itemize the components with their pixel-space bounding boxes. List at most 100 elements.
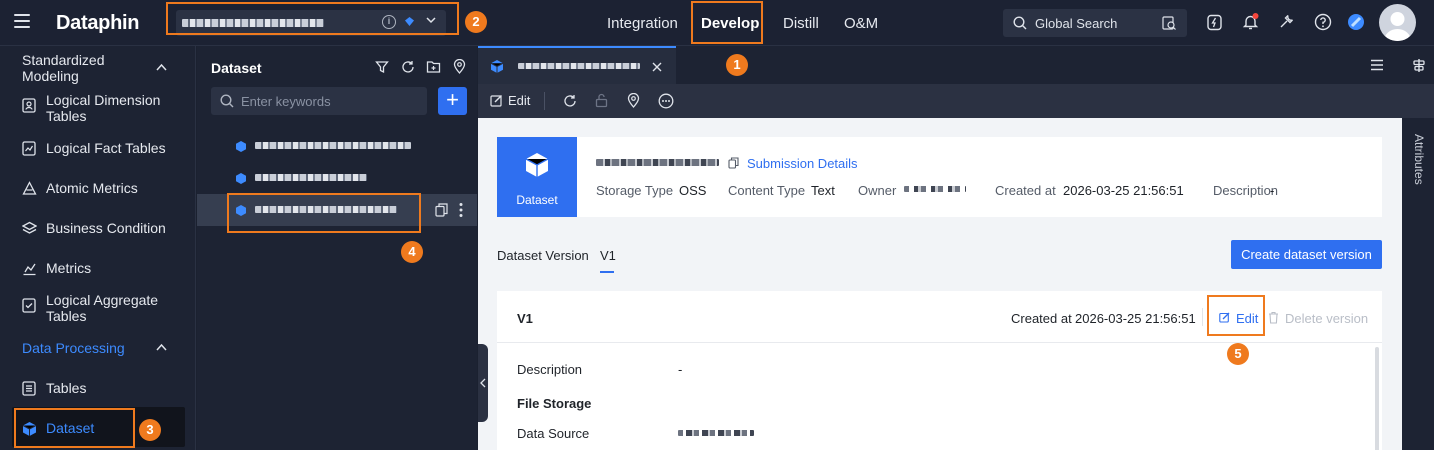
active-tab-indicator bbox=[600, 271, 614, 273]
collapse-panel-handle[interactable] bbox=[478, 344, 488, 422]
layers-icon bbox=[22, 221, 37, 234]
left-sidebar: Standardized Modeling Logical Dimension … bbox=[0, 46, 196, 450]
annotation-highlight-project bbox=[166, 2, 459, 35]
global-search[interactable]: Global Search bbox=[1003, 9, 1187, 37]
nav-integration[interactable]: Integration bbox=[607, 15, 678, 32]
copy-icon[interactable] bbox=[435, 203, 448, 217]
content-type-value: Text bbox=[811, 183, 835, 198]
dataset-name-redacted bbox=[255, 174, 367, 181]
search-history-icon[interactable] bbox=[1161, 15, 1177, 31]
storage-type-label: Storage Type bbox=[596, 183, 674, 198]
chevron-up-icon[interactable] bbox=[156, 343, 167, 351]
version-created-at-value: 2026-03-25 21:56:51 bbox=[1075, 311, 1196, 326]
metrics-icon bbox=[23, 263, 36, 276]
cube-icon bbox=[236, 141, 246, 152]
annotation-badge-1: 1 bbox=[726, 54, 748, 76]
annotation-highlight-dataset-item bbox=[227, 193, 421, 233]
content-type-label: Content Type bbox=[728, 183, 806, 198]
create-dataset-version-button[interactable]: Create dataset version bbox=[1231, 240, 1382, 269]
atomic-metric-icon bbox=[22, 181, 37, 195]
sidebar-item-label: Logical Aggregate Tables bbox=[46, 292, 159, 324]
toolbar-edit-button[interactable]: Edit bbox=[490, 93, 530, 108]
dataset-name-redacted bbox=[255, 142, 411, 149]
refresh-icon[interactable] bbox=[563, 94, 577, 108]
dataset-tree-item[interactable] bbox=[197, 162, 477, 194]
scrollbar[interactable] bbox=[1375, 347, 1379, 450]
dataset-tree-item[interactable] bbox=[197, 130, 477, 162]
dataset-panel: Dataset + bbox=[197, 46, 477, 450]
owner-label: Owner bbox=[858, 183, 897, 198]
lock-icon bbox=[595, 93, 608, 108]
editor-toolbar: Edit bbox=[478, 84, 1434, 118]
avatar[interactable] bbox=[1379, 4, 1416, 41]
annotation-badge-4: 4 bbox=[401, 241, 423, 263]
chevron-left-icon bbox=[480, 378, 486, 388]
created-at-label: Created at bbox=[995, 183, 1056, 198]
aggregate-table-icon bbox=[22, 298, 36, 313]
help-icon[interactable] bbox=[1314, 13, 1332, 31]
sidebar-item-logical-dimension-tables[interactable]: Logical Dimension Tables bbox=[22, 92, 194, 126]
refresh-icon[interactable] bbox=[401, 60, 415, 74]
lightning-icon[interactable] bbox=[1206, 14, 1223, 31]
sidebar-item-logical-aggregate-tables[interactable]: Logical Aggregate Tables bbox=[22, 292, 194, 326]
storage-type-value: OSS bbox=[679, 183, 707, 198]
locate-icon[interactable] bbox=[453, 59, 466, 74]
more-vertical-icon[interactable] bbox=[459, 202, 463, 218]
data-source-label: Data Source bbox=[517, 426, 590, 441]
copy-icon[interactable] bbox=[728, 157, 739, 169]
sidebar-group-standardized-modeling[interactable]: Standardized Modeling bbox=[22, 52, 146, 84]
description-label: Description bbox=[1213, 183, 1279, 198]
description-value: - bbox=[1270, 183, 1275, 198]
version-description-label: Description bbox=[517, 362, 583, 377]
layout-icon[interactable] bbox=[1412, 58, 1426, 73]
annotation-highlight-dataset bbox=[14, 408, 135, 448]
cube-icon bbox=[525, 153, 549, 177]
toolbar-edit-label: Edit bbox=[508, 93, 531, 108]
add-dataset-button[interactable]: + bbox=[438, 87, 467, 115]
file-storage-heading: File Storage bbox=[517, 396, 592, 411]
submission-details-link[interactable]: Submission Details bbox=[747, 156, 858, 171]
folder-add-icon[interactable] bbox=[426, 60, 441, 74]
created-at-value: 2026-03-25 21:56:51 bbox=[1063, 183, 1184, 198]
bell-icon[interactable] bbox=[1242, 13, 1259, 31]
dataset-search-input[interactable] bbox=[241, 92, 421, 110]
locate-icon[interactable] bbox=[627, 93, 640, 108]
divider bbox=[1202, 308, 1203, 326]
nav-distill[interactable]: Distill bbox=[783, 15, 819, 32]
user-icon bbox=[1384, 12, 1411, 41]
list-icon[interactable] bbox=[1370, 59, 1384, 71]
owner-redacted bbox=[904, 186, 966, 192]
data-source-redacted bbox=[678, 430, 754, 436]
global-search-label: Global Search bbox=[1035, 16, 1118, 31]
tab-version-v1[interactable]: V1 bbox=[600, 248, 616, 263]
annotation-badge-2: 2 bbox=[465, 11, 487, 33]
chevron-up-icon[interactable] bbox=[156, 63, 167, 71]
cube-icon bbox=[236, 173, 246, 184]
sidebar-item-label: Logical Fact Tables bbox=[46, 140, 166, 156]
dimension-table-icon bbox=[22, 98, 36, 113]
more-horizontal-icon[interactable] bbox=[658, 93, 674, 109]
wrench-icon[interactable] bbox=[1278, 13, 1295, 30]
nav-om[interactable]: O&M bbox=[844, 15, 878, 32]
tab-title-redacted bbox=[518, 63, 640, 69]
menu-icon[interactable] bbox=[14, 14, 30, 28]
filter-icon[interactable] bbox=[375, 60, 389, 74]
search-icon bbox=[1013, 16, 1027, 30]
dataset-search[interactable] bbox=[211, 87, 427, 115]
dataset-detail: Dataset Submission Details Storage Type … bbox=[478, 118, 1402, 450]
dataset-version-label: Dataset Version bbox=[497, 248, 589, 263]
sidebar-item-label: Logical Dimension Tables bbox=[46, 92, 161, 124]
sidebar-group-data-processing[interactable]: Data Processing bbox=[22, 340, 125, 356]
trash-icon bbox=[1269, 311, 1278, 324]
sidebar-item-label: Atomic Metrics bbox=[46, 180, 138, 196]
editor-tab-bar bbox=[478, 46, 1434, 84]
version-description-value: - bbox=[678, 362, 683, 377]
sidebar-item-label: Tables bbox=[46, 380, 87, 396]
attributes-panel-toggle[interactable]: Attributes bbox=[1402, 118, 1434, 450]
ai-assistant-icon[interactable] bbox=[1347, 13, 1365, 31]
dataset-name-redacted bbox=[596, 159, 719, 166]
close-icon[interactable] bbox=[652, 62, 662, 72]
dataphin-logo: Dataphin bbox=[56, 12, 140, 34]
editor-tab[interactable] bbox=[478, 46, 676, 84]
table-icon bbox=[22, 381, 36, 396]
